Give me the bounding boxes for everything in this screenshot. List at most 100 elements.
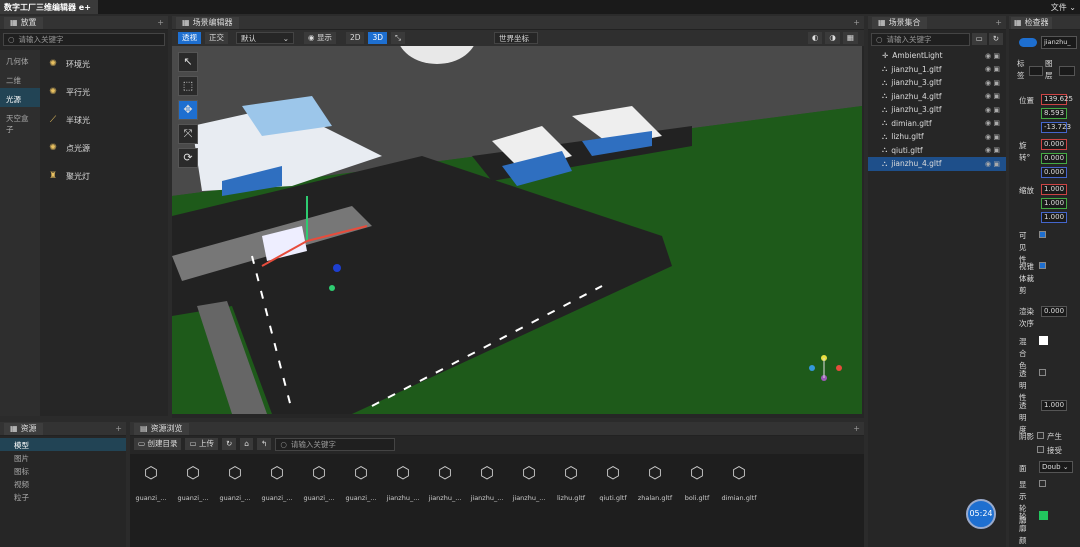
tag-select[interactable] (1029, 66, 1043, 76)
select-tool-icon[interactable]: ↖ (178, 52, 198, 72)
rotation-x-input[interactable]: 0.000 (1041, 139, 1067, 150)
rotation-z-input[interactable]: 0.000 (1041, 167, 1067, 178)
asset-item[interactable]: ⬡ dimian.gltf (718, 464, 760, 512)
panel-add-icon[interactable]: + (157, 18, 164, 27)
camera-select[interactable]: 默认 ⌄ (236, 32, 294, 44)
outline-color-swatch[interactable] (1039, 511, 1048, 520)
asset-item[interactable]: ⬡ guanzi_... (298, 464, 340, 512)
asset-item[interactable]: ⬡ guanzi_... (340, 464, 382, 512)
asset-category[interactable]: 粒子 (0, 490, 126, 503)
visibility-lock-icon[interactable]: ◉ ▣ (985, 119, 1000, 127)
rotation-y-input[interactable]: 0.000 (1041, 153, 1067, 164)
side-select[interactable]: Doub ⌄ (1039, 461, 1073, 473)
home-icon[interactable]: ⌂ (240, 438, 254, 450)
scene-node[interactable]: ⛬ jianzhu_1.gltf ◉ ▣ (868, 63, 1006, 77)
visibility-lock-icon[interactable]: ◉ ▣ (985, 160, 1000, 168)
enabled-toggle[interactable] (1019, 38, 1037, 47)
asset-category[interactable]: 视频 (0, 477, 126, 490)
coord-select[interactable]: 世界坐标 ⌄ (494, 32, 538, 53)
lighting-icon[interactable]: ◐ (807, 32, 823, 44)
rotate-tool-icon[interactable]: ⟳ (178, 148, 198, 168)
scene-node[interactable]: ✛ AmbientLight ◉ ▣ (868, 49, 1006, 63)
back-icon[interactable]: ↰ (257, 438, 272, 450)
asset-category[interactable]: 图标 (0, 464, 126, 477)
visibility-lock-icon[interactable]: ◉ ▣ (985, 92, 1000, 100)
light-point[interactable]: ✺ 点光源 (40, 134, 164, 162)
scene-node[interactable]: ⛬ jianzhu_3.gltf ◉ ▣ (868, 103, 1006, 117)
position-x-input[interactable]: 139.625 (1041, 94, 1073, 105)
show-outline-checkbox[interactable] (1039, 480, 1046, 487)
asset-item[interactable]: ⬡ guanzi_... (256, 464, 298, 512)
shading-icon[interactable]: ◑ (825, 32, 840, 44)
asset-item[interactable]: ⬡ jianzhu_... (382, 464, 424, 512)
scale-x-input[interactable]: 1.000 (1041, 184, 1067, 195)
category-2d[interactable]: 二维 (0, 69, 40, 88)
asset-item[interactable]: ⬡ lizhu.gltf (550, 464, 592, 512)
scene-node-selected[interactable]: ⛬ jianzhu_4.gltf ◉ ▣ (868, 157, 1006, 171)
file-menu[interactable]: 文件 ⌄ (1051, 2, 1076, 13)
light-hemisphere[interactable]: ⟋ 半球光 (40, 106, 164, 134)
scale-tool-icon[interactable]: ⤧ (178, 124, 198, 144)
ortho-button[interactable]: 正交 (205, 32, 228, 44)
asset-item[interactable]: ⬡ jianzhu_... (424, 464, 466, 512)
category-lights[interactable]: 光源 (0, 88, 40, 107)
panel-add-icon[interactable]: + (853, 18, 860, 27)
perspective-button[interactable]: 透视 (178, 32, 201, 44)
panel-add-icon[interactable]: + (853, 424, 860, 433)
panel-add-icon[interactable]: + (115, 424, 122, 433)
visibility-lock-icon[interactable]: ◉ ▣ (985, 133, 1000, 141)
blend-color-swatch[interactable] (1039, 336, 1048, 345)
panel-add-icon[interactable]: + (995, 18, 1002, 27)
display-button[interactable]: ◉ 显示 (304, 32, 336, 44)
category-skybox[interactable]: 天空盒子 (0, 107, 40, 134)
category-geometry[interactable]: 几何体 (0, 50, 40, 69)
asset-item[interactable]: ⬡ jianzhu_... (508, 464, 550, 512)
transparent-checkbox[interactable] (1039, 369, 1046, 376)
position-z-input[interactable]: -13.723 (1041, 122, 1071, 133)
scene-node[interactable]: ⛬ qiuti.gltf ◉ ▣ (868, 144, 1006, 158)
visibility-lock-icon[interactable]: ◉ ▣ (985, 146, 1000, 154)
light-spot[interactable]: ♜ 聚光灯 (40, 162, 164, 190)
layer-select[interactable] (1059, 66, 1075, 76)
asset-item[interactable]: ⬡ qiuti.gltf (592, 464, 634, 512)
asset-category[interactable]: 图片 (0, 451, 126, 464)
asset-item[interactable]: ⬡ guanzi_... (214, 464, 256, 512)
place-tab[interactable]: ▦ 放置 (4, 16, 43, 29)
light-ambient[interactable]: ✺ 环境光 (40, 50, 164, 78)
visibility-lock-icon[interactable]: ◉ ▣ (985, 52, 1000, 60)
scene-node[interactable]: ⛬ jianzhu_4.gltf ◉ ▣ (868, 90, 1006, 104)
frustum-checkbox[interactable] (1039, 262, 1046, 269)
upload-button[interactable]: ▭ 上传 (185, 438, 218, 450)
render-order-input[interactable]: 0.000 (1041, 306, 1067, 317)
scale-z-input[interactable]: 1.000 (1041, 212, 1067, 223)
create-dir-button[interactable]: ▭ 创建目录 (134, 438, 182, 450)
asset-item[interactable]: ⬡ jianzhu_... (466, 464, 508, 512)
visibility-lock-icon[interactable]: ◉ ▣ (985, 106, 1000, 114)
inspector-tab[interactable]: ▦ 检查器 (1011, 16, 1052, 29)
scene-node[interactable]: ⛬ jianzhu_3.gltf ◉ ▣ (868, 76, 1006, 90)
opacity-input[interactable]: 1.000 (1041, 400, 1067, 411)
scene-search-input[interactable]: ○ 请输入关键字 (871, 33, 970, 46)
3d-viewport[interactable]: ↖ ⬚ ✥ ⤧ ⟳ (172, 46, 862, 414)
refresh-icon[interactable]: ↻ (988, 33, 1003, 45)
folder-icon[interactable]: ▭ (971, 33, 987, 45)
object-name-input[interactable]: jianzhu_ (1041, 36, 1077, 49)
assets-tab[interactable]: ▦ 资源 (4, 422, 43, 435)
mode-3d-button[interactable]: 3D (368, 32, 388, 44)
expand-icon[interactable]: ⤡ (391, 32, 406, 44)
scale-y-input[interactable]: 1.000 (1041, 198, 1067, 209)
grid-toggle-icon[interactable]: ▦ (842, 32, 858, 44)
receive-shadow-checkbox[interactable] (1037, 446, 1044, 453)
asset-item[interactable]: ⬡ zhalan.gltf (634, 464, 676, 512)
light-directional[interactable]: ✺ 平行光 (40, 78, 164, 106)
asset-item[interactable]: ⬡ boli.gltf (676, 464, 718, 512)
position-y-input[interactable]: 8.593 (1041, 108, 1067, 119)
asset-search-input[interactable]: ○ 请输入关键字 (275, 437, 396, 451)
mode-2d-button[interactable]: 2D (345, 32, 365, 44)
timer-badge[interactable]: 05:24 (966, 499, 996, 529)
refresh-icon[interactable]: ↻ (221, 438, 237, 450)
scene-node[interactable]: ⛬ dimian.gltf ◉ ▣ (868, 117, 1006, 131)
scene-node[interactable]: ⛬ lizhu.gltf ◉ ▣ (868, 130, 1006, 144)
asset-item[interactable]: ⬡ guanzi_... (130, 464, 172, 512)
move-tool-icon[interactable]: ✥ (178, 100, 198, 120)
